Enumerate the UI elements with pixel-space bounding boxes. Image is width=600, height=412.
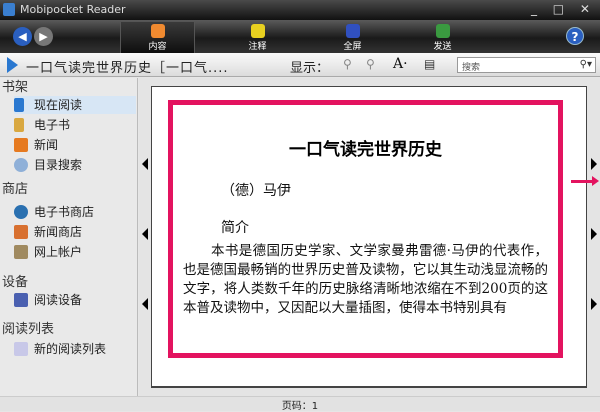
tab-label: 全屏 — [343, 42, 362, 52]
zoom-in-icon[interactable]: ⚲ — [343, 57, 352, 71]
intro-heading: 简介 — [221, 220, 249, 236]
layout-icon[interactable]: ▤ — [424, 57, 435, 71]
search-input[interactable]: 搜索 ⚲▾ — [457, 57, 596, 73]
sidebar-item-online-account[interactable]: 网上帐户 — [14, 243, 136, 261]
tab-label: 发送 — [433, 42, 452, 52]
intro-text: 本书是德国历史学家、文学家曼弗雷德·马伊的代表作，也是德国最畅销的世界历史普及读… — [183, 243, 548, 316]
forward-icon[interactable]: ▶ — [34, 27, 53, 46]
sidebar-item-ebook-store[interactable]: 电子书商店 — [14, 203, 136, 221]
window-title: Mobipocket Reader — [20, 3, 126, 16]
help-button[interactable]: ? — [566, 27, 584, 45]
search-icon[interactable]: ⚲▾ — [580, 59, 592, 70]
item-label: 网上帐户 — [34, 245, 83, 259]
book-page: 一口气读完世界历史 （德）马伊 简介 本书是德国历史学家、文学家曼弗雷德·马伊的… — [151, 86, 587, 388]
tab-send[interactable]: 发送 — [405, 22, 480, 53]
section-reading-lists: 阅读列表 — [2, 322, 55, 337]
prev-page-arrow-icon[interactable] — [142, 228, 148, 240]
book-author: （德）马伊 — [221, 183, 291, 199]
zoom-out-icon[interactable]: ⚲ — [366, 57, 375, 71]
sidebar: 书架 现在阅读 电子书 新闻 目录搜索 商店 电子书商店 新闻商店 网上帐户 设… — [0, 78, 138, 396]
sidebar-item-news-store[interactable]: 新闻商店 — [14, 223, 136, 241]
item-label: 电子书商店 — [34, 205, 95, 219]
tab-fullscreen[interactable]: 全屏 — [315, 22, 390, 53]
next-page-arrow-icon[interactable] — [591, 228, 597, 240]
news-store-icon — [14, 225, 28, 239]
fullscreen-icon — [345, 24, 360, 38]
next-page-arrow-icon[interactable] — [591, 158, 597, 170]
home-icon — [150, 24, 165, 38]
item-label: 新闻 — [34, 138, 59, 152]
sidebar-item-reading-device[interactable]: 阅读设备 — [14, 291, 136, 309]
sidebar-item-new-reading-list[interactable]: 新的阅读列表 — [14, 340, 136, 358]
globe-icon — [14, 205, 28, 219]
item-label: 目录搜索 — [34, 158, 83, 172]
font-size-icon[interactable]: A· — [393, 56, 408, 72]
page-number: 页码：1 — [281, 401, 319, 412]
book-title: 一口气读完世界历史 — [289, 140, 442, 160]
main-toolbar: ◀ ▶ 内容 注释 全屏 发送 ? — [0, 20, 600, 53]
highlight-frame: 一口气读完世界历史 （德）马伊 简介 本书是德国历史学家、文学家曼弗雷德·马伊的… — [168, 100, 563, 358]
list-icon — [14, 342, 28, 356]
highlight-arrow-icon — [571, 176, 599, 186]
item-label: 新的阅读列表 — [34, 342, 107, 356]
document-bar: 一口气读完世界历史［一口气.... 显示： ⚲ ⚲ A· ▤ 搜索 ⚲▾ — [0, 53, 600, 77]
next-page-arrow-icon[interactable] — [591, 298, 597, 310]
title-bar: Mobipocket Reader _ □ ✕ — [0, 0, 600, 20]
sidebar-item-ebooks[interactable]: 电子书 — [14, 116, 136, 134]
display-label: 显示： — [290, 61, 330, 76]
send-icon — [435, 24, 450, 38]
tab-annotations[interactable]: 注释 — [220, 22, 295, 53]
tab-content[interactable]: 内容 — [120, 22, 195, 53]
play-icon — [7, 57, 18, 73]
prev-page-arrow-icon[interactable] — [142, 298, 148, 310]
reading-area: 一口气读完世界历史 （德）马伊 简介 本书是德国历史学家、文学家曼弗雷德·马伊的… — [139, 78, 600, 396]
star-icon — [250, 24, 265, 38]
search-placeholder: 搜索 — [462, 63, 481, 73]
device-icon — [14, 293, 28, 307]
window-controls[interactable]: _ □ ✕ — [531, 2, 596, 16]
document-title: 一口气读完世界历史［一口气.... — [26, 61, 229, 76]
section-bookshelf: 书架 — [2, 80, 29, 95]
search-icon — [14, 158, 28, 172]
section-store: 商店 — [2, 182, 29, 197]
user-icon — [14, 245, 28, 259]
tab-label: 内容 — [148, 42, 167, 52]
rss-icon — [14, 138, 28, 152]
play-icon — [14, 98, 24, 112]
sidebar-item-catalog-search[interactable]: 目录搜索 — [14, 156, 136, 174]
app-logo-icon — [3, 3, 15, 16]
section-devices: 设备 — [2, 275, 29, 290]
item-label: 阅读设备 — [34, 293, 83, 307]
status-bar: 页码：1 — [0, 396, 600, 412]
tab-label: 注释 — [248, 42, 267, 52]
prev-page-arrow-icon[interactable] — [142, 158, 148, 170]
item-label: 现在阅读 — [34, 98, 83, 112]
item-label: 电子书 — [34, 118, 71, 132]
back-icon[interactable]: ◀ — [13, 27, 32, 46]
books-icon — [14, 118, 24, 132]
sidebar-item-now-reading[interactable]: 现在阅读 — [14, 96, 136, 114]
sidebar-item-news[interactable]: 新闻 — [14, 136, 136, 154]
item-label: 新闻商店 — [34, 225, 83, 239]
